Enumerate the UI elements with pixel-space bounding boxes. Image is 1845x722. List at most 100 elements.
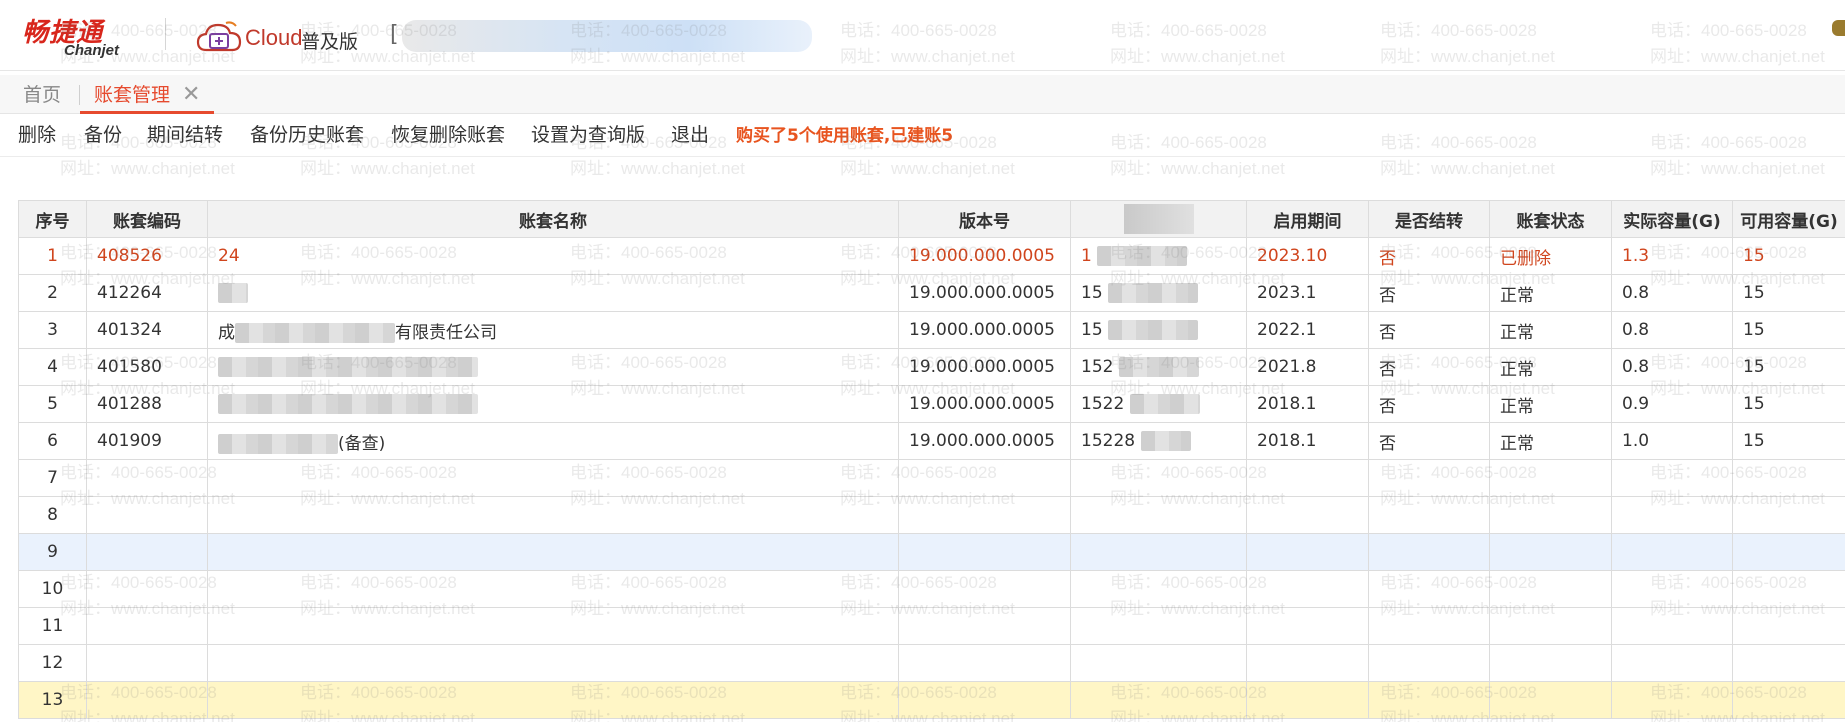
table-row[interactable]: 12 [18, 644, 1845, 682]
cell-index: 6 [18, 422, 87, 460]
cell-redacted: 152 [1070, 348, 1247, 386]
backup-button[interactable]: 备份 [84, 122, 122, 148]
cell-redacted-text: 1 [1081, 246, 1092, 266]
cell-used-capacity: 0.8 [1611, 274, 1733, 312]
cell-empty [207, 496, 899, 534]
redacted-block [1129, 394, 1200, 414]
cell-empty [1246, 681, 1369, 719]
col-header-start-period[interactable]: 启用期间 [1246, 200, 1369, 238]
cell-index: 4 [18, 348, 87, 386]
brand-name-en: Chanjet [64, 42, 120, 59]
cell-redacted: 15 [1070, 274, 1247, 312]
set-query-version-button[interactable]: 设置为查询版 [531, 122, 645, 148]
cell-redacted-text: 15228 [1081, 431, 1136, 451]
cell-empty [1368, 681, 1490, 719]
table-row[interactable]: 10 [18, 570, 1845, 608]
col-header-name[interactable]: 账套名称 [207, 200, 899, 238]
corner-badge-icon[interactable] [1832, 20, 1845, 36]
cell-empty [898, 607, 1071, 645]
cell-index: 10 [18, 570, 87, 608]
cell-version: 19.000.000.0005 [898, 311, 1071, 349]
tab-account-management[interactable]: 账套管理 ✕ [80, 81, 215, 114]
table-row[interactable]: 2 412264 19.000.000.0005 15 2023.1 否 正常 … [18, 274, 1845, 312]
cell-empty [898, 644, 1071, 682]
license-notice: 购买了5个使用账套,已建账5 [736, 126, 954, 146]
cell-start-period: 2018.1 [1246, 422, 1369, 460]
toolbar: 删除 备份 期间结转 备份历史账套 恢复删除账套 设置为查询版 退出 购买了5个… [0, 114, 1845, 157]
restore-deleted-button[interactable]: 恢复删除账套 [391, 122, 505, 148]
table-row[interactable]: 3 401324 成 有限责任公司 19.000.000.0005 15 2022… [18, 311, 1845, 349]
cell-empty [207, 533, 899, 571]
cell-empty [1732, 459, 1845, 497]
cell-index: 11 [18, 607, 87, 645]
tab-account-management-label: 账套管理 [94, 84, 171, 106]
top-bar: 畅捷通 Chanjet Cloud 普及版 [ [0, 0, 1845, 71]
table-row[interactable]: 1 408526 24 19.000.000.0005 1 2023.10 否 … [18, 237, 1845, 275]
table-row[interactable]: 7 [18, 459, 1845, 497]
cell-empty [86, 496, 208, 534]
cell-index: 8 [18, 496, 87, 534]
cell-empty [1070, 644, 1247, 682]
watermark-site: 网址：www.chanjet.net [1110, 159, 1285, 178]
cell-empty [1368, 607, 1490, 645]
delete-button[interactable]: 删除 [18, 122, 56, 148]
watermark-site: 网址：www.chanjet.net [300, 159, 475, 178]
col-header-redacted[interactable] [1070, 200, 1247, 238]
cell-closed: 否 [1368, 385, 1490, 423]
tab-home[interactable]: 首页 [23, 81, 61, 109]
cell-empty [1732, 496, 1845, 534]
cell-empty [1246, 459, 1369, 497]
cell-used-capacity: 0.8 [1611, 311, 1733, 349]
cell-closed: 否 [1368, 274, 1490, 312]
cell-empty [1732, 570, 1845, 608]
table-row[interactable]: 8 [18, 496, 1845, 534]
cell-empty [1246, 607, 1369, 645]
redacted-block [218, 283, 248, 303]
cloud-label: Cloud [245, 25, 303, 50]
col-header-used-capacity[interactable]: 实际容量(G) [1611, 200, 1733, 238]
cell-name: 24 [207, 237, 899, 275]
cell-available-capacity: 15 [1732, 348, 1845, 386]
col-header-available-capacity[interactable]: 可用容量(G) [1732, 200, 1845, 238]
col-header-index[interactable]: 序号 [18, 200, 87, 238]
table-row[interactable]: 5 401288 19.000.000.0005 1522 2018.1 否 正… [18, 385, 1845, 423]
redacted-block [218, 433, 338, 454]
cell-empty [1489, 607, 1612, 645]
cell-start-period: 2018.1 [1246, 385, 1369, 423]
table-row[interactable]: 6 401909 (备查) 19.000.000.0005 15228 2018… [18, 422, 1845, 460]
cell-empty [207, 459, 899, 497]
cell-available-capacity: 15 [1732, 422, 1845, 460]
col-header-code[interactable]: 账套编码 [86, 200, 208, 238]
cell-empty [1489, 644, 1612, 682]
backup-history-button[interactable]: 备份历史账套 [250, 122, 364, 148]
cell-empty [1070, 533, 1247, 571]
table-row-selected[interactable]: 9 [18, 533, 1845, 571]
cell-empty [86, 644, 208, 682]
close-icon[interactable]: ✕ [182, 81, 200, 109]
cell-empty [1246, 496, 1369, 534]
cell-status: 正常 [1489, 348, 1612, 386]
col-header-closed[interactable]: 是否结转 [1368, 200, 1490, 238]
cell-redacted: 15 [1070, 311, 1247, 349]
cell-code: 401324 [86, 311, 208, 349]
redacted-block [1118, 357, 1199, 377]
company-name-bracket: [ [390, 22, 399, 47]
header-divider [165, 18, 166, 50]
cell-empty [1732, 533, 1845, 571]
cell-redacted: 15228 [1070, 422, 1247, 460]
exit-button[interactable]: 退出 [671, 122, 709, 148]
cell-closed: 否 [1368, 348, 1490, 386]
cell-empty [1489, 533, 1612, 571]
cell-start-period: 2021.8 [1246, 348, 1369, 386]
period-close-button[interactable]: 期间结转 [147, 122, 223, 148]
col-header-status[interactable]: 账套状态 [1489, 200, 1612, 238]
table-row[interactable]: 11 [18, 607, 1845, 645]
cell-empty [898, 570, 1071, 608]
cell-closed: 否 [1368, 422, 1490, 460]
redacted-block [1108, 320, 1199, 340]
cell-empty [1070, 681, 1247, 719]
col-header-version[interactable]: 版本号 [898, 200, 1071, 238]
table-row[interactable]: 4 401580 19.000.000.0005 152 2021.8 否 正常… [18, 348, 1845, 386]
table-row-highlighted[interactable]: 13 [18, 681, 1845, 719]
cell-redacted: 1522 [1070, 385, 1247, 423]
